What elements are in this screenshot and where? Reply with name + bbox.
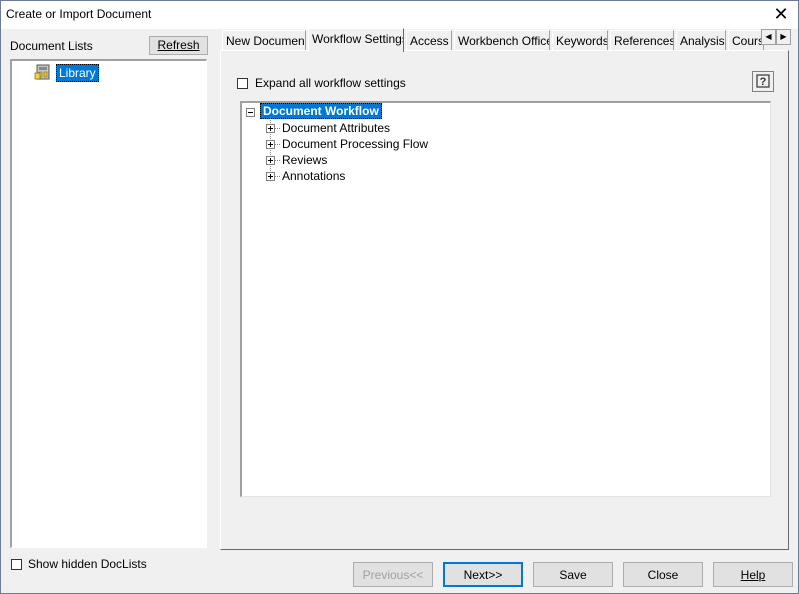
tree-connector <box>275 128 280 130</box>
library-icon <box>34 64 50 80</box>
refresh-button-label: Refresh <box>157 38 200 52</box>
save-button[interactable]: Save <box>533 562 613 587</box>
expand-icon[interactable] <box>266 156 275 165</box>
collapse-icon[interactable] <box>246 108 255 117</box>
show-hidden-doclists-label: Show hidden DocLists <box>28 557 147 571</box>
tab-workbench-office[interactable]: Workbench Office <box>454 30 550 50</box>
expand-icon[interactable] <box>266 140 275 149</box>
document-lists-panel[interactable]: Library <box>10 59 207 548</box>
tree-connector <box>275 176 280 178</box>
help-button[interactable]: Help <box>713 562 793 587</box>
next-button[interactable]: Next>> <box>443 562 523 587</box>
help-icon[interactable]: ? <box>752 71 774 92</box>
tab-scroll-left-icon[interactable]: ◀ <box>761 29 776 45</box>
refresh-button[interactable]: Refresh <box>149 36 208 55</box>
document-lists-label: Document Lists <box>10 39 93 53</box>
previous-button[interactable]: Previous<< <box>353 562 433 587</box>
close-button[interactable]: Close <box>623 562 703 587</box>
tab-workflow-settings[interactable]: Workflow Settings <box>308 28 404 52</box>
tree-item-document-processing-flow[interactable]: Document Processing Flow <box>282 137 428 151</box>
tab-keywords[interactable]: Keywords <box>552 30 608 50</box>
tree-connector <box>275 160 280 162</box>
svg-text:?: ? <box>760 76 767 88</box>
tab-cours[interactable]: Cours <box>728 30 764 50</box>
tab-scroll-right-icon[interactable]: ▶ <box>776 29 791 45</box>
tab-access[interactable]: Access <box>406 30 452 50</box>
question-icon: ? <box>756 74 770 88</box>
expand-all-checkbox[interactable] <box>237 78 248 89</box>
expand-icon[interactable] <box>266 124 275 133</box>
tree-item-document-attributes[interactable]: Document Attributes <box>282 121 390 135</box>
window-title: Create or Import Document <box>6 7 152 21</box>
close-window-icon[interactable]: ✕ <box>770 3 792 25</box>
tab-analysis[interactable]: Analysis <box>676 30 726 50</box>
doclist-item-library[interactable]: Library <box>56 64 99 82</box>
tree-item-reviews[interactable]: Reviews <box>282 153 327 167</box>
title-bar: Create or Import Document ✕ <box>1 1 798 29</box>
tree-root-document-workflow[interactable]: Document Workflow <box>260 103 382 119</box>
tree-root-label: Document Workflow <box>260 103 382 119</box>
tab-new-document[interactable]: New Document <box>222 30 306 50</box>
expand-all-label: Expand all workflow settings <box>255 76 406 90</box>
help-button-label: Help <box>740 568 766 582</box>
workflow-tree[interactable]: Document Workflow Document Attributes Do… <box>240 101 771 497</box>
show-hidden-doclists-checkbox[interactable] <box>11 559 22 570</box>
tab-references[interactable]: References <box>610 30 674 50</box>
tree-item-annotations[interactable]: Annotations <box>282 169 345 183</box>
tree-connector <box>275 144 280 146</box>
expand-icon[interactable] <box>266 172 275 181</box>
